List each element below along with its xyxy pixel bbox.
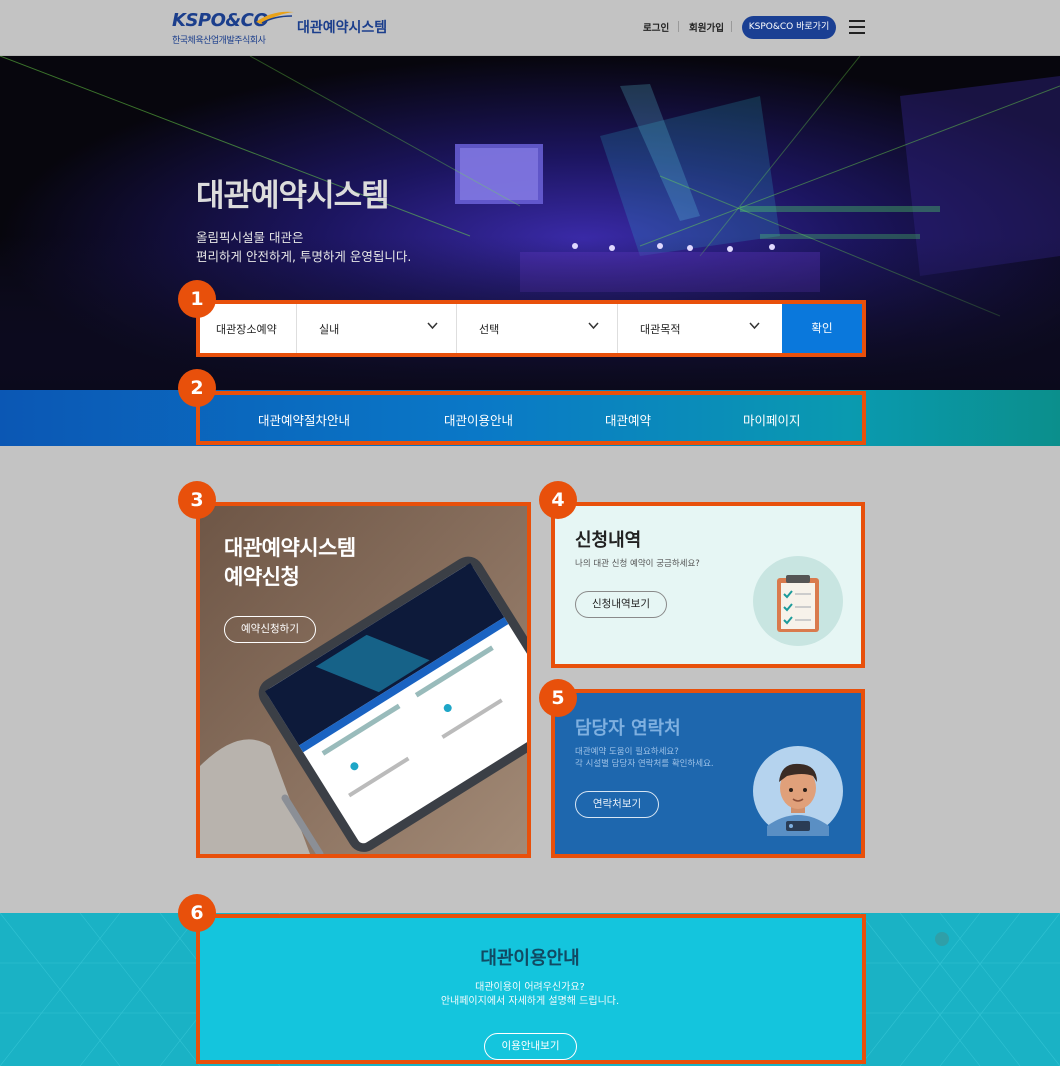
hero-subtitle-line2: 편리하게 안전하게, 투명하게 운영됩니다.: [196, 249, 412, 264]
divider: [296, 304, 297, 353]
step-badge-6: 6: [178, 894, 216, 932]
logo-swoosh-icon: [256, 11, 294, 24]
login-link[interactable]: 로그인: [643, 20, 669, 34]
venue-select[interactable]: 선택: [479, 321, 499, 337]
step-badge-3: 3: [178, 481, 216, 519]
venue-type-select[interactable]: 실내: [319, 321, 339, 337]
hero-title: 대관예약시스템: [196, 178, 390, 214]
signup-link[interactable]: 회원가입: [689, 20, 724, 34]
usage-banner-desc-line1: 대관이용이 어려우신가요?: [475, 982, 585, 993]
reserve-card-title-line1: 대관예약시스템: [224, 536, 356, 560]
step-badge-4: 4: [539, 481, 577, 519]
search-label: 대관장소예약: [216, 323, 277, 336]
usage-banner-desc-line2: 안내페이지에서 자세하게 설명해 드립니다.: [440, 996, 620, 1007]
system-title: 대관예약시스템: [297, 20, 388, 36]
chevron-down-icon: [749, 322, 760, 330]
contact-card-desc-line2: 각 시설별 담당자 연락처를 확인하세요.: [575, 759, 714, 769]
chevron-down-icon: [427, 322, 438, 330]
nav-item-reserve[interactable]: 대관예약: [605, 410, 651, 429]
contact-card-title: 담당자 연락처: [575, 718, 681, 739]
nav-item-usage[interactable]: 대관이용안내: [444, 410, 513, 429]
history-button[interactable]: 신청내역보기: [575, 591, 667, 618]
divider: [678, 21, 679, 32]
confirm-button[interactable]: 확인: [782, 304, 862, 353]
divider: [456, 304, 457, 353]
step-badge-1: 1: [178, 280, 216, 318]
divider: [617, 304, 618, 353]
clipboard-icon: [753, 556, 843, 646]
step-badge-5: 5: [539, 679, 577, 717]
site-header: KSPO&CO 한국체육산업개발주식회사 대관예약시스템 로그인 회원가입 KS…: [0, 0, 1060, 56]
hamburger-icon[interactable]: [849, 20, 865, 34]
contact-button[interactable]: 연락처보기: [575, 791, 659, 818]
history-card-title: 신청내역: [575, 530, 642, 551]
person-icon: [753, 746, 843, 836]
nav-item-procedure[interactable]: 대관예약절차안내: [258, 410, 350, 429]
kspo-shortcut-button[interactable]: KSPO&CO 바로가기: [742, 16, 836, 39]
divider: [731, 21, 732, 32]
chevron-down-icon: [588, 322, 599, 330]
nav-item-mypage[interactable]: 마이페이지: [743, 410, 801, 429]
reserve-card-title-line2: 예약신청: [224, 565, 300, 589]
history-card-desc: 나의 대관 신청 예약이 궁금하세요?: [575, 559, 700, 569]
purpose-select[interactable]: 대관목적: [640, 321, 680, 337]
step-badge-2: 2: [178, 369, 216, 407]
contact-card-desc: 대관예약 도움이 필요하세요? 각 시설별 담당자 연락처를 확인하세요.: [575, 746, 714, 770]
reserve-button[interactable]: 예약신청하기: [224, 616, 316, 643]
contact-card-desc-line1: 대관예약 도움이 필요하세요?: [575, 747, 679, 757]
hero-subtitle: 올림픽시설물 대관은 편리하게 안전하게, 투명하게 운영됩니다.: [196, 228, 411, 266]
reserve-card-title: 대관예약시스템 예약신청: [224, 534, 356, 592]
usage-banner-title: 대관이용안내: [480, 948, 580, 969]
hero-subtitle-line1: 올림픽시설물 대관은: [196, 230, 304, 245]
usage-banner-desc: 대관이용이 어려우신가요? 안내페이지에서 자세하게 설명해 드립니다.: [0, 981, 1060, 1009]
usage-guide-button[interactable]: 이용안내보기: [484, 1033, 577, 1060]
kspo-logo[interactable]: KSPO&CO 한국체육산업개발주식회사: [172, 10, 296, 46]
logo-subtitle: 한국체육산업개발주식회사: [172, 36, 266, 46]
